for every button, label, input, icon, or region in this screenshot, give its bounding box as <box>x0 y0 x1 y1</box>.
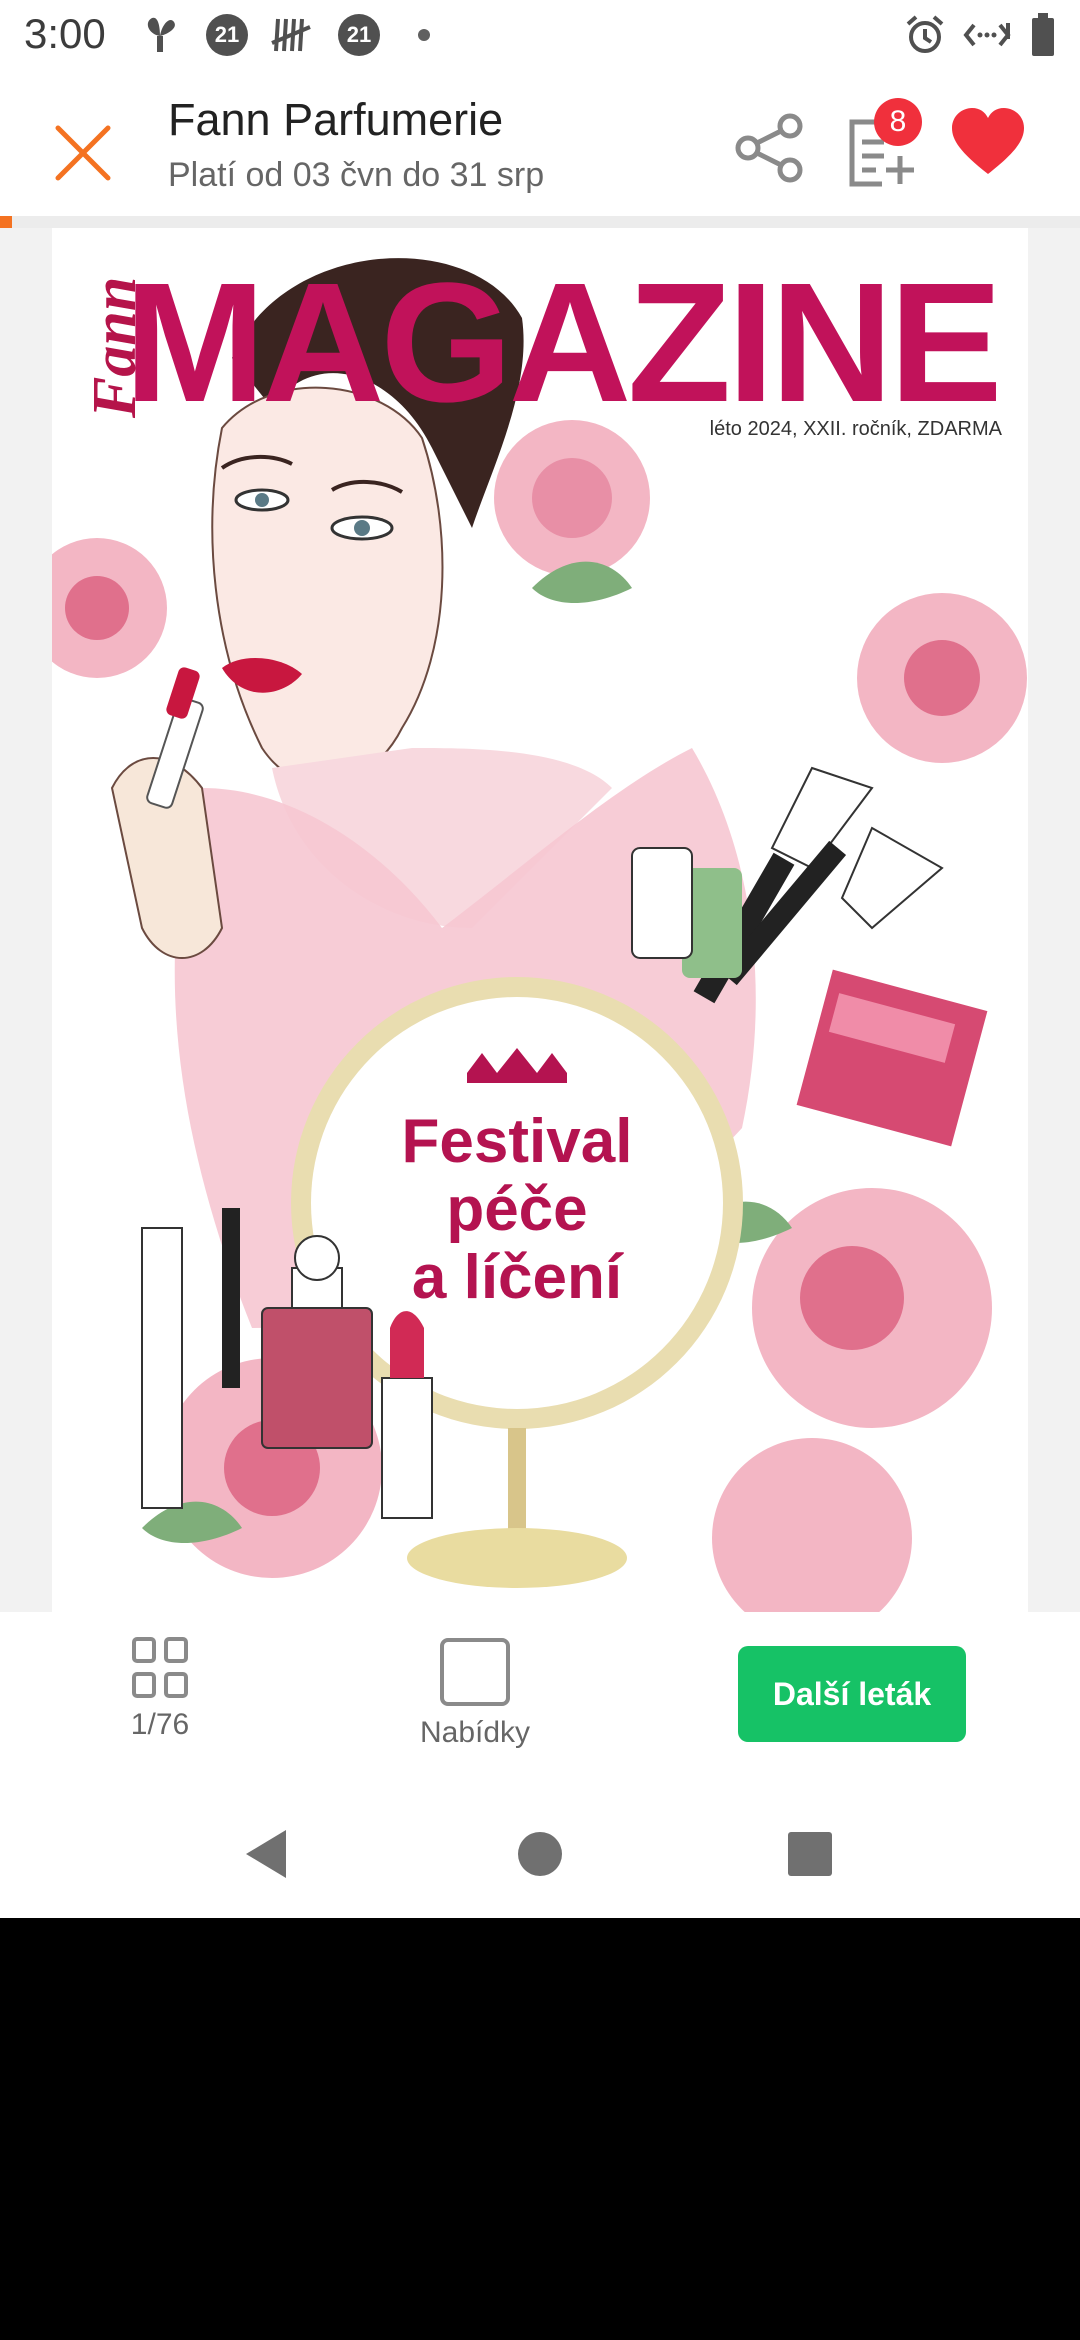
status-time: 3:00 <box>24 10 106 57</box>
next-leaflet-button[interactable]: Další leták <box>738 1646 966 1742</box>
badge-21-text-2: 21 <box>338 14 380 56</box>
headline-line-1: Festival <box>401 1107 633 1176</box>
page-counter: 1/76 <box>130 1708 190 1741</box>
page-overview-button[interactable]: 1/76 <box>100 1636 220 1742</box>
offers-icon <box>440 1638 510 1706</box>
close-icon <box>55 125 111 181</box>
system-navigation-bar <box>0 1788 1080 1918</box>
badge-21-icon: 21 <box>206 12 248 58</box>
grid-icon <box>132 1637 188 1698</box>
app-screen: 3:00 21 21 Fann Parfumerie Platí od 03 č… <box>0 0 1080 1918</box>
page-title: Fann Parfumerie <box>168 94 504 145</box>
back-button[interactable] <box>238 1824 298 1884</box>
offers-label: Nabídky <box>419 1716 531 1749</box>
data-icon <box>962 12 1012 58</box>
back-triangle-icon <box>246 1830 286 1878</box>
bottom-toolbar: 1/76 Nabídky Další leták <box>0 1612 1080 1788</box>
fan-icon <box>140 12 180 58</box>
headline: Festival péče a líčení <box>352 1107 682 1313</box>
recents-square-icon <box>788 1832 832 1876</box>
share-button[interactable] <box>730 108 810 188</box>
battery-icon <box>1030 12 1056 58</box>
offers-button[interactable]: Nabídky <box>400 1636 550 1750</box>
progress-fill <box>0 216 12 228</box>
shopping-list-count-badge: 8 <box>874 98 922 146</box>
favorite-button[interactable] <box>950 108 1026 184</box>
badge-21-icon-2: 21 <box>338 12 380 58</box>
progress-track <box>0 216 1080 228</box>
home-button[interactable] <box>510 1824 570 1884</box>
magazine-edition: léto 2024, XXII. ročník, ZDARMA <box>709 418 1002 440</box>
validity-period: Platí od 03 čvn do 31 srp <box>168 156 545 194</box>
headline-line-2: péče <box>446 1175 588 1245</box>
close-button[interactable] <box>40 110 126 196</box>
share-icon <box>735 113 803 183</box>
magazine-title: MAGAZINE <box>124 248 1003 438</box>
app-header: Fann Parfumerie Platí od 03 čvn do 31 sr… <box>0 72 1080 216</box>
alarm-icon <box>904 12 946 58</box>
headline-line-3: a líčení <box>411 1243 623 1313</box>
recents-button[interactable] <box>780 1824 840 1884</box>
home-circle-icon <box>518 1832 562 1876</box>
heart-icon <box>952 108 1024 174</box>
dot-icon <box>418 12 430 58</box>
status-bar: 3:00 21 21 <box>0 0 1080 72</box>
leaflet-page[interactable]: Fann MAGAZINE léto 2024, XXII. ročník, Z… <box>52 228 1028 1612</box>
tally-icon <box>270 12 314 58</box>
badge-21-text: 21 <box>206 14 248 56</box>
leaflet-viewer[interactable]: Fann MAGAZINE léto 2024, XXII. ročník, Z… <box>0 228 1080 1796</box>
